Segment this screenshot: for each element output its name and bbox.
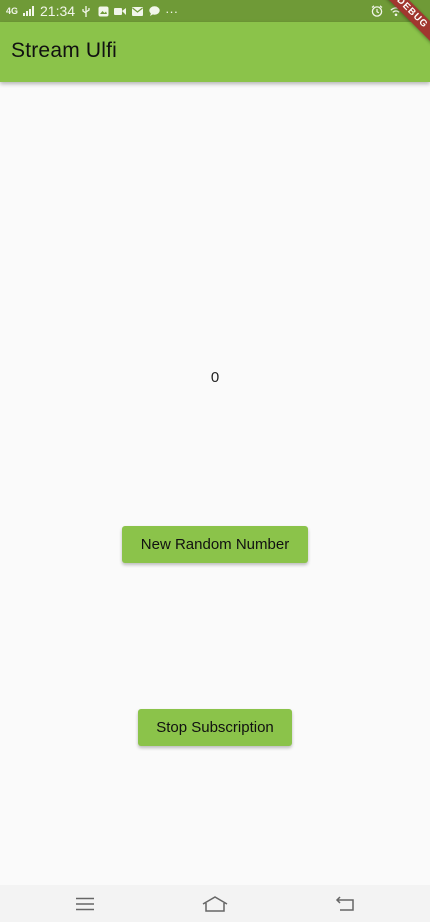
alarm-icon	[371, 5, 383, 17]
network-indicator: 4G	[6, 5, 19, 16]
menu-icon[interactable]	[73, 895, 97, 913]
stop-subscription-label: Stop Subscription	[156, 719, 274, 736]
more-notifications-icon: ···	[165, 3, 179, 19]
app-bar: Stream Ulfi	[0, 22, 430, 82]
signal-icon	[23, 6, 35, 16]
chat-icon	[148, 6, 160, 16]
page-title: Stream Ulfi	[11, 39, 118, 62]
new-random-number-button[interactable]: New Random Number	[122, 526, 308, 563]
gallery-icon	[97, 6, 109, 16]
usb-icon	[80, 5, 92, 17]
status-bar: 4G 21:34 ···	[0, 0, 430, 22]
video-icon	[114, 6, 127, 16]
new-random-number-label: New Random Number	[140, 536, 290, 553]
navigation-bar	[0, 885, 430, 922]
status-left: 4G 21:34 ···	[0, 3, 178, 19]
mail-icon	[131, 6, 143, 16]
random-number-display: 0	[210, 369, 220, 386]
back-icon[interactable]	[333, 895, 357, 913]
home-icon[interactable]	[202, 895, 228, 913]
stop-subscription-button[interactable]: Stop Subscription	[138, 709, 292, 746]
status-time: 21:34	[40, 3, 76, 19]
